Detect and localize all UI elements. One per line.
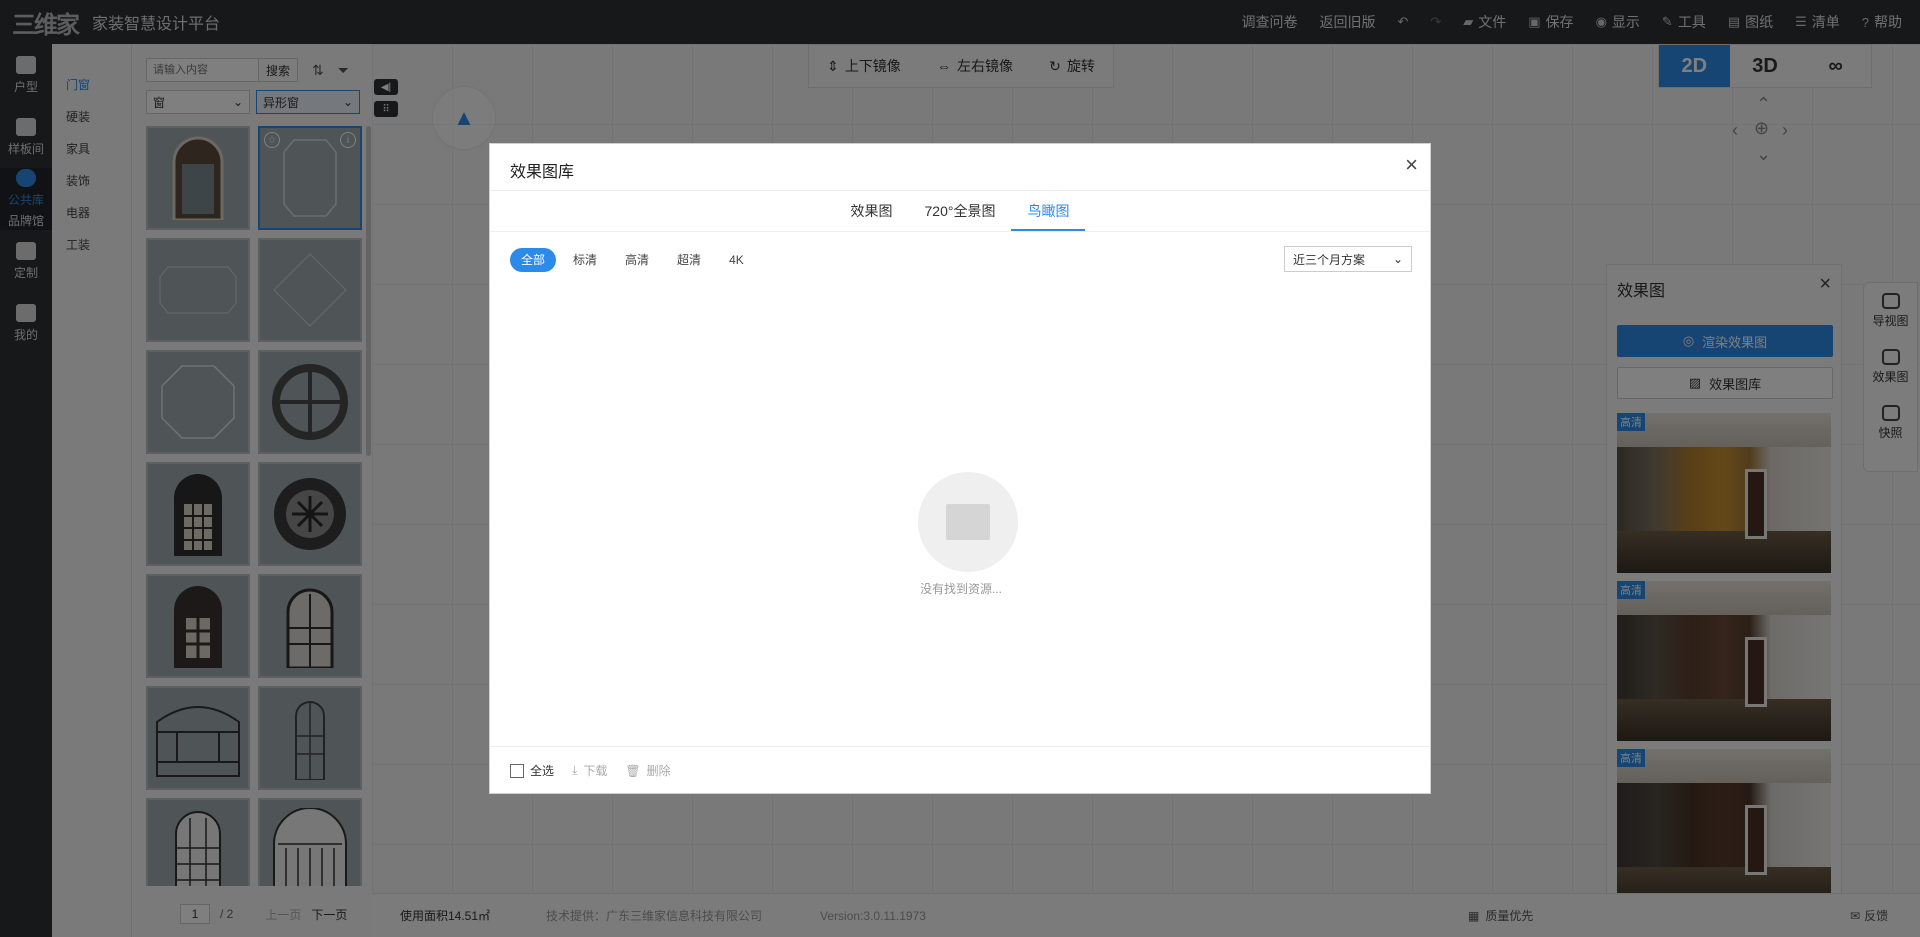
download-button[interactable]: ⤓ 下载 bbox=[572, 762, 607, 779]
modal-title: 效果图库 bbox=[510, 164, 575, 181]
modal-tabs: 效果图 720°全景图 鸟瞰图 bbox=[490, 190, 1430, 232]
quality-filters: 全部 标清 高清 超清 4K bbox=[510, 248, 755, 272]
delete-button[interactable]: 🗑 删除 bbox=[625, 762, 670, 779]
tab-panorama[interactable]: 720°全景图 bbox=[909, 191, 1012, 231]
period-select[interactable]: 近三个月方案 ⌄ bbox=[1284, 246, 1412, 272]
tab-aerial[interactable]: 鸟瞰图 bbox=[1011, 191, 1086, 231]
filter-sd[interactable]: 标清 bbox=[562, 248, 608, 272]
checkbox-icon bbox=[510, 763, 524, 778]
filter-uhd[interactable]: 超清 bbox=[666, 248, 712, 272]
gallery-modal: 效果图库 × 效果图 720°全景图 鸟瞰图 全部 标清 高清 超清 4K 近三… bbox=[489, 143, 1431, 794]
trash-icon: 🗑 bbox=[625, 763, 641, 778]
download-icon: ⤓ bbox=[572, 763, 578, 777]
filter-4k[interactable]: 4K bbox=[718, 248, 755, 272]
select-all-checkbox[interactable]: 全选 bbox=[510, 762, 554, 779]
filter-all[interactable]: 全部 bbox=[510, 248, 557, 272]
empty-box-icon bbox=[918, 472, 1018, 572]
empty-message: 没有找到资源... bbox=[919, 582, 1002, 596]
filter-hd[interactable]: 高清 bbox=[614, 248, 660, 272]
close-icon[interactable]: × bbox=[1405, 152, 1418, 178]
modal-footer: 全选 ⤓ 下载 🗑 删除 bbox=[490, 746, 1430, 794]
chevron-down-icon: ⌄ bbox=[1392, 252, 1403, 266]
tab-renders[interactable]: 效果图 bbox=[835, 191, 909, 231]
